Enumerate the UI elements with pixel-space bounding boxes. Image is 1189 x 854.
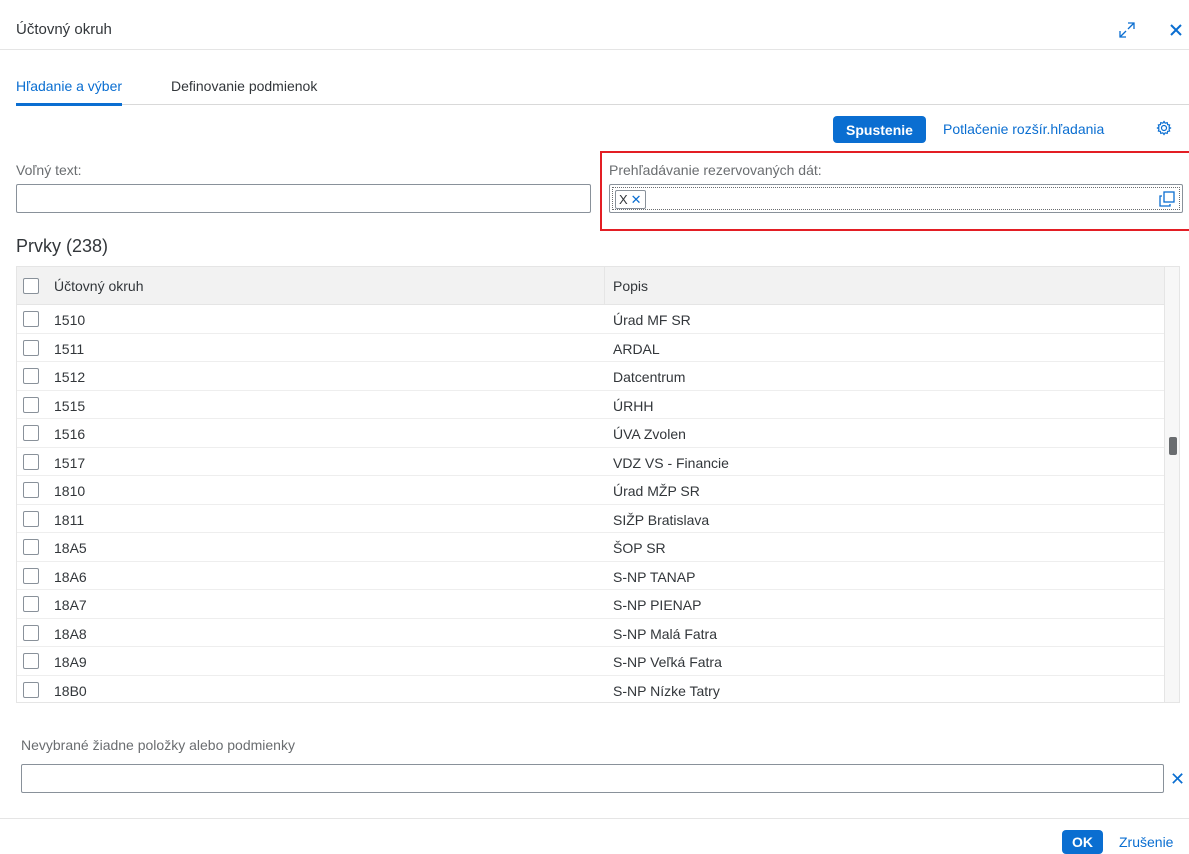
cell-company-code: 1510 [54,312,86,328]
table-row[interactable]: 1512 Datcentrum [17,362,1164,391]
row-checkbox[interactable] [23,624,39,641]
items-count-title: Prvky (238) [16,236,109,256]
row-checkbox[interactable] [23,510,39,527]
cell-description: S-NP TANAP [613,568,696,585]
free-text-label: Voľný text: [16,162,82,178]
cell-company-code: 18A6 [54,568,87,585]
table-row[interactable]: 18A5 ŠOP SR [17,533,1164,562]
cell-company-code: 1512 [54,369,86,385]
cell-company-code: 1811 [54,511,85,528]
table-row[interactable]: 1515 ÚRHH [17,391,1164,419]
cell-description: ŠOP SR [613,540,666,556]
row-checkbox[interactable] [23,567,39,584]
table-row[interactable]: 18A6 S-NP TANAP [17,562,1164,590]
cell-company-code: 1810 [54,483,86,499]
cell-description: S-NP PIENAP [613,597,702,613]
row-checkbox[interactable] [23,482,39,498]
items-table: Účtovný okruh Popis 1510 Úrad MF SR 1511 AR… [16,266,1180,703]
footer-divider [0,818,1189,819]
table-row[interactable]: 18A9 S-NP Veľká Fatra [17,647,1164,676]
cell-company-code: 18A9 [54,654,87,670]
cell-description: ÚVA Zvolen [613,426,686,442]
ok-button[interactable]: OK [1062,830,1103,854]
table-row[interactable]: 1810 Úrad MŽP SR [17,476,1164,505]
cancel-button[interactable]: Zrušenie [1119,834,1173,850]
table-row[interactable]: 18A8 S-NP Malá Fatra [17,619,1164,647]
row-checkbox[interactable] [23,596,39,612]
table-row[interactable]: 1811 SIŽP Bratislava [17,505,1164,533]
vertical-scrollbar[interactable] [1164,267,1179,702]
table-row[interactable]: 1511 ARDAL [17,334,1164,362]
column-header-company-code[interactable]: Účtovný okruh [54,278,143,294]
cell-description: S-NP Malá Fatra [613,625,717,642]
filter-token: X ✕ [615,190,646,209]
cell-company-code: 1511 [54,340,85,357]
tab-bar: Hľadanie a výber Definovanie podmienok [16,70,1189,106]
tab-search-and-select[interactable]: Hľadanie a výber [16,78,123,106]
free-text-input[interactable] [16,184,591,213]
cell-company-code: 18A7 [54,597,87,613]
reserved-data-search-label: Prehľadávanie rezervovaných dát: [609,162,822,178]
table-row[interactable]: 1516 ÚVA Zvolen [17,419,1164,448]
column-separator [604,267,605,305]
dialog-header: Účtovný okruh [0,0,1189,50]
table-row[interactable]: 18A7 S-NP PIENAP [17,590,1164,619]
row-checkbox[interactable] [23,311,39,327]
cell-description: ARDAL [613,340,660,357]
token-remove-icon[interactable]: ✕ [631,192,642,208]
table-row[interactable]: 1510 Úrad MF SR [17,305,1164,334]
row-checkbox[interactable] [23,453,39,470]
clear-selection-icon[interactable]: ✕ [1170,769,1185,790]
selection-tokens-field[interactable] [21,764,1164,793]
row-checkbox[interactable] [23,425,39,441]
dialog-title: Účtovný okruh [16,21,112,38]
cell-description: S-NP Nízke Tatry [613,682,720,699]
close-icon[interactable] [1165,19,1187,41]
select-all-checkbox[interactable] [23,278,39,294]
cell-company-code: 1516 [54,426,86,442]
tab-define-conditions[interactable]: Definovanie podmienok [171,78,317,94]
cell-description: Datcentrum [613,369,686,385]
cell-description: S-NP Veľká Fatra [613,654,722,670]
column-header-description[interactable]: Popis [613,278,648,294]
cell-description: VDZ VS - Financie [613,454,729,471]
cell-company-code: 1517 [54,454,86,471]
gear-icon[interactable] [1154,118,1174,138]
table-header: Účtovný okruh Popis [17,267,1164,305]
token-label: X [619,192,628,207]
value-help-icon[interactable] [1158,190,1176,208]
table-body: 1510 Úrad MF SR 1511 ARDAL 1512 Datcentrum 151… [17,305,1164,703]
cell-description: Úrad MŽP SR [613,483,700,499]
row-checkbox[interactable] [23,339,39,356]
cell-company-code: 18A8 [54,625,87,642]
table-row[interactable]: 18B0 S-NP Nízke Tatry [17,676,1164,703]
scrollbar-thumb[interactable] [1169,437,1177,455]
go-button[interactable]: Spustenie [833,116,926,143]
cell-description: Úrad MF SR [613,312,691,328]
row-checkbox[interactable] [23,368,39,384]
expand-diagonal-icon[interactable] [1116,19,1138,41]
cell-company-code: 18B0 [54,682,87,699]
cell-company-code: 1515 [54,397,86,414]
row-checkbox[interactable] [23,653,39,669]
suppress-extended-search-button[interactable]: Potlačenie rozšír.hľadania [943,121,1104,137]
row-checkbox[interactable] [23,539,39,555]
row-checkbox[interactable] [23,681,39,698]
row-checkbox[interactable] [23,396,39,413]
selection-summary-label: Nevybrané žiadne položky alebo podmienky [21,737,295,753]
cell-description: SIŽP Bratislava [613,511,710,528]
reserved-data-search-input[interactable]: X ✕ [609,184,1183,213]
cell-company-code: 18A5 [54,540,87,556]
cell-description: ÚRHH [613,397,654,414]
table-row[interactable]: 1517 VDZ VS - Financie [17,448,1164,476]
